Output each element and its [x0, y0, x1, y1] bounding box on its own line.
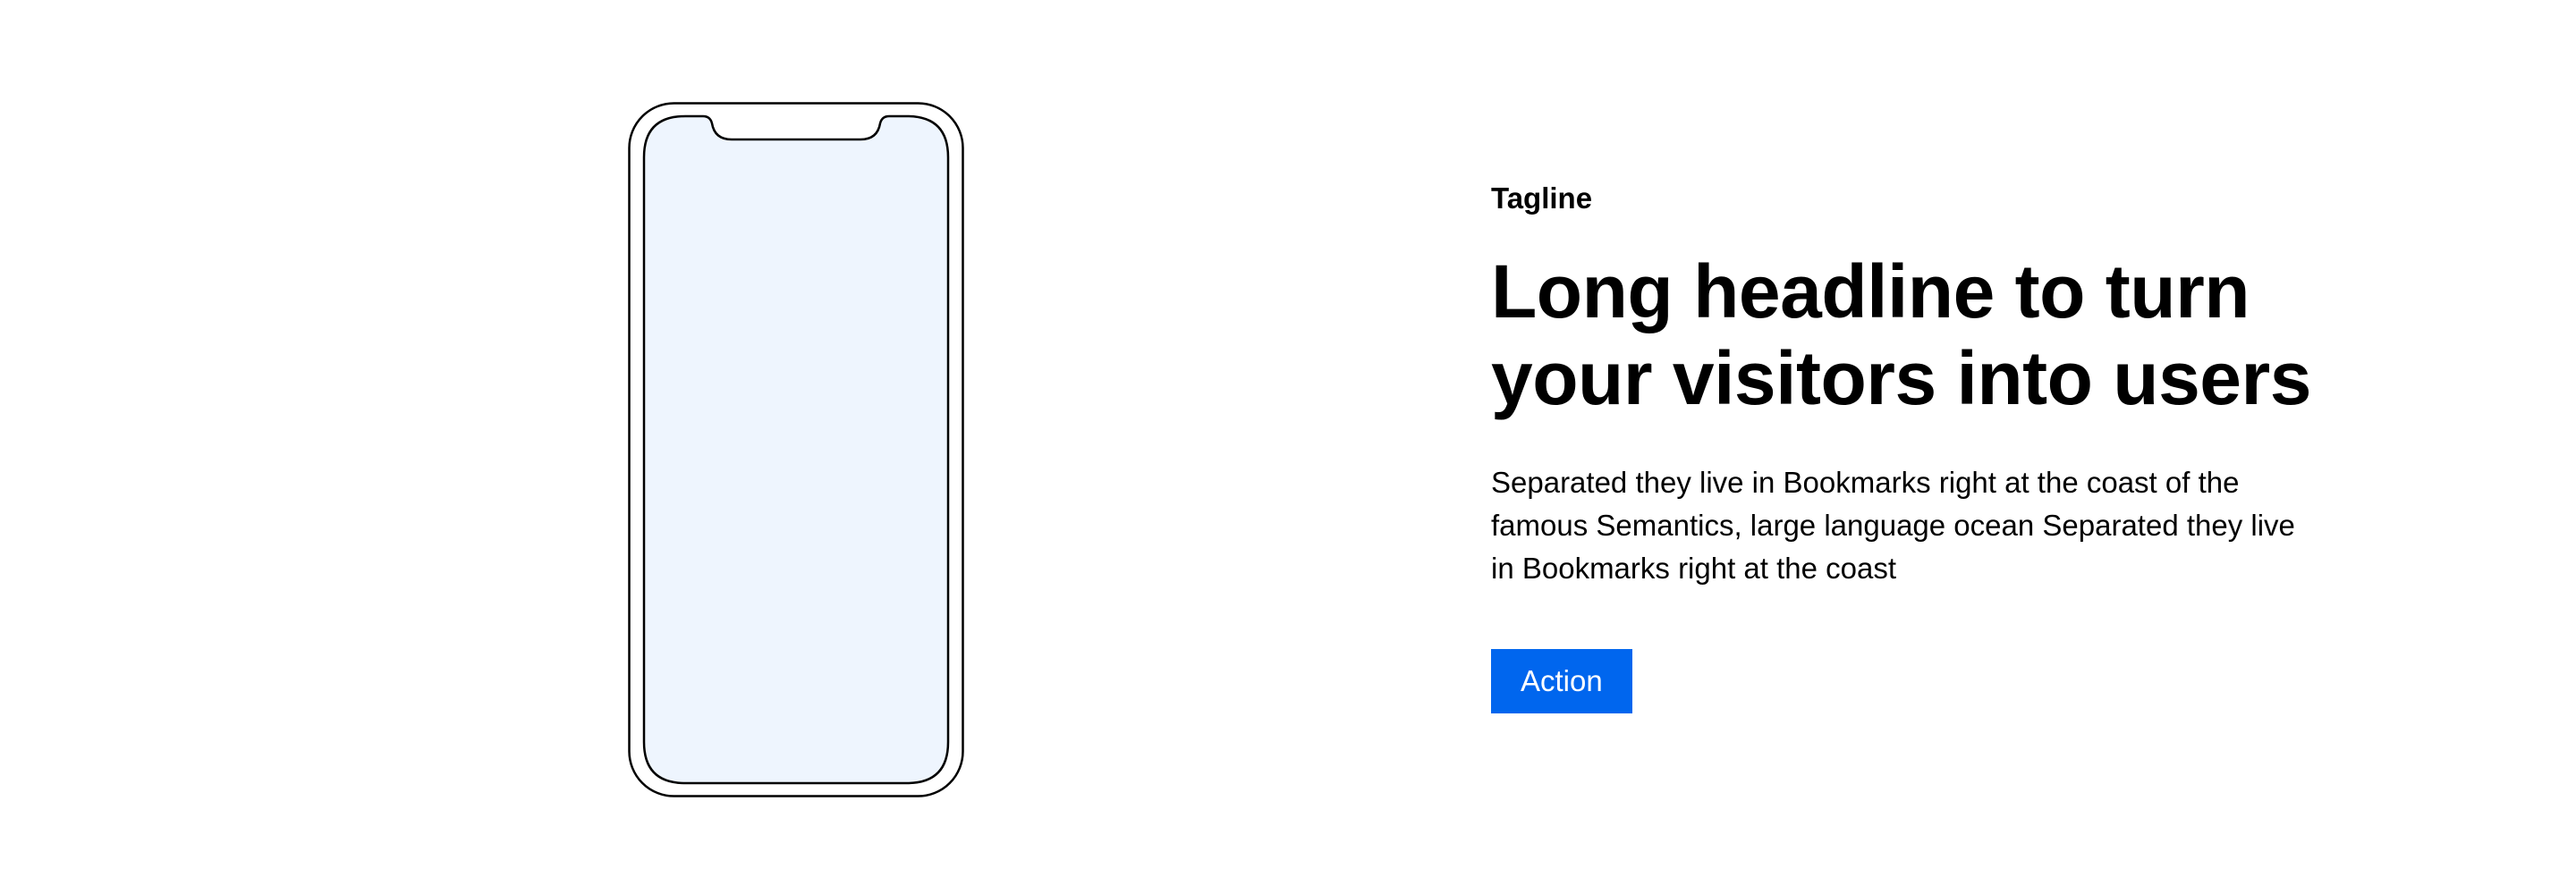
phone-mockup-icon — [628, 102, 964, 797]
tagline: Tagline — [1491, 181, 1593, 215]
headline: Long headline to turn your visitors into… — [1491, 249, 2311, 420]
action-button[interactable]: Action — [1491, 649, 1632, 713]
body-text: Separated they live in Bookmarks right a… — [1491, 466, 2295, 585]
phone-screen — [642, 114, 950, 785]
hero-section: Tagline Long headline to turn your visit… — [0, 0, 2576, 894]
hero-content: Tagline Long headline to turn your visit… — [1491, 181, 2314, 713]
